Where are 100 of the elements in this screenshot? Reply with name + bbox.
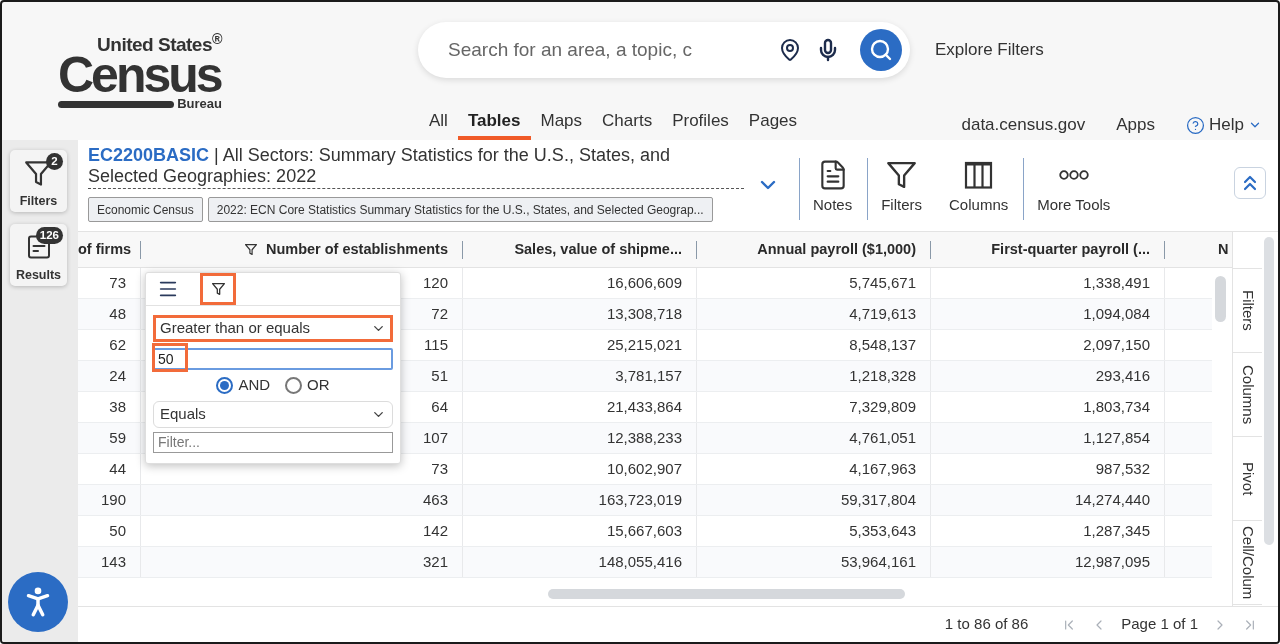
table-cell-text: 72	[431, 303, 448, 324]
table-cell-text: 10,602,907	[606, 458, 682, 479]
logo-text: United States$^{®}$	[97, 35, 222, 55]
header-link[interactable]: Apps	[1116, 112, 1156, 138]
logo-text: Bureau	[177, 97, 222, 111]
table-cell-text: 59,317,804	[840, 489, 916, 510]
table-cell-text: 5,745,671	[849, 272, 916, 293]
side-panel-tab[interactable]: Columns	[1233, 353, 1262, 437]
filter-field[interactable]: Filter...	[153, 432, 393, 453]
column-header[interactable]: of firms	[78, 238, 132, 261]
table-cell-text: 293,416	[1095, 365, 1150, 386]
scrollbar-thumb[interactable]	[1215, 276, 1226, 322]
table-cell-text: 190	[100, 489, 126, 510]
accessibility-button[interactable]	[8, 572, 68, 632]
table-cell-text: 48	[109, 303, 126, 324]
table-cell-text: 51	[431, 365, 448, 386]
table-cell-text: 25,215,021	[606, 334, 682, 355]
nav-tab[interactable]: All	[419, 106, 458, 140]
table-cell-text: 59	[109, 427, 126, 448]
table-cell-text: 4,719,613	[849, 303, 916, 324]
three-circles-icon	[1058, 170, 1089, 180]
rail-button[interactable]: Results 126	[10, 224, 67, 286]
toolbar-button[interactable]: Filters	[867, 158, 936, 220]
table-cell-text: 16,606,609	[606, 272, 682, 293]
search-bar[interactable]: Search for an area, a topic, c	[418, 22, 910, 78]
table-cell-text: 3,781,157	[615, 365, 682, 386]
side-panel-tab[interactable]: Cell/Colum	[1233, 521, 1262, 605]
table-cell-text: 148,055,416	[598, 551, 682, 572]
table-cell-text: 4,167,963	[849, 458, 916, 479]
table-cell-text: 115	[424, 334, 448, 355]
scrollbar-thumb[interactable]	[1264, 237, 1274, 545]
table-cell-text: 4,761,051	[849, 427, 916, 448]
table-cell-text: 1,094,084	[1083, 303, 1150, 324]
table-cell-text: 24	[109, 365, 126, 386]
table-cell-text: 62	[109, 334, 126, 355]
table-cell-text: 1,127,854	[1083, 427, 1150, 448]
radio-label: AND	[238, 374, 271, 395]
table-cell-text: 1,287,345	[1083, 520, 1150, 541]
logo-wordmark: Census	[58, 55, 222, 95]
table-cell-text: 120	[422, 272, 448, 293]
dataset-tag: Economic Census	[88, 197, 203, 222]
condition-select[interactable]: Greater than or equals	[153, 315, 393, 342]
nav-tab[interactable]: Profiles	[662, 106, 739, 140]
table-cell-text: 142	[422, 520, 448, 541]
collapse-button[interactable]	[1234, 167, 1266, 199]
table-cell-text: 15,667,603	[606, 520, 682, 541]
search-button[interactable]	[860, 29, 902, 71]
table-cell-text: 1,338,491	[1083, 272, 1150, 293]
side-panel-tab[interactable]: Filters	[1233, 269, 1262, 353]
column-header[interactable]: Sales, value of shipme...	[514, 238, 682, 261]
condition-select[interactable]: Equals	[153, 401, 393, 428]
column-header[interactable]: N	[1218, 238, 1229, 261]
scrollbar-thumb[interactable]	[548, 589, 905, 599]
table-cell-text: 1,218,328	[849, 365, 916, 386]
table-title: EC2200BASIC | All Sectors: Summary Statistics for the U.S., States, and Selected Geographies: 2022	[88, 145, 744, 189]
table-cell-text: 73	[109, 272, 126, 293]
table-cell-text: 44	[109, 458, 126, 479]
table-cell-text: 143	[100, 551, 126, 572]
table-cell-text: 321	[422, 551, 448, 572]
rail-button[interactable]: Filters 2	[10, 150, 67, 212]
table-cell-text: 14,274,440	[1074, 489, 1150, 510]
table-cell-text: 50	[109, 520, 126, 541]
toolbar-button[interactable]: More Tools	[1023, 158, 1124, 220]
toolbar-button[interactable]: Notes	[799, 158, 866, 220]
filter-icon	[211, 283, 225, 295]
columns-icon	[964, 161, 994, 189]
filter-tab[interactable]	[200, 273, 236, 305]
toolbar-button[interactable]: Columns	[935, 158, 1022, 220]
search-field[interactable]: Search for an area, a topic, c	[448, 35, 744, 65]
table-cell-text: 21,433,864	[606, 396, 682, 417]
header-link[interactable]: data.census.gov	[961, 112, 1086, 138]
nav-tab[interactable]: Pages	[738, 106, 808, 140]
table-cell-text: 1,803,734	[1083, 396, 1150, 417]
nav-tab[interactable]: Charts	[592, 106, 663, 140]
column-header[interactable]: First-quarter payroll (...	[991, 238, 1150, 261]
location-pin-icon[interactable]	[778, 38, 802, 62]
radio-button[interactable]	[216, 376, 234, 394]
table-id-link[interactable]: EC2200BASIC	[88, 145, 210, 165]
count-badge: 2	[46, 153, 63, 170]
table-cell-text: 64	[431, 396, 448, 417]
help-icon	[1186, 115, 1206, 135]
side-panel-tab[interactable]: Pivot	[1233, 437, 1262, 521]
column-header[interactable]: Annual payroll ($1,000)	[757, 238, 916, 261]
explore-filters-link[interactable]: Explore Filters	[935, 37, 1044, 63]
table-cell-text: 53,964,161	[840, 551, 916, 572]
radio-button[interactable]	[285, 376, 303, 394]
column-header[interactable]: Number of establishments	[265, 238, 448, 261]
table-cell-text: 8,548,137	[849, 334, 916, 355]
count-badge: 126	[35, 227, 63, 244]
table-cell-text: 163,723,019	[598, 489, 682, 510]
help-menu-button[interactable]: Help	[1186, 112, 1262, 138]
table-cell-text: 987,532	[1095, 458, 1150, 479]
table-cell-text: 13,308,718	[606, 303, 682, 324]
table-cell-text: 12,987,095	[1074, 551, 1150, 572]
table-cell-text: 5,353,643	[849, 520, 916, 541]
nav-tab[interactable]: Maps	[530, 106, 593, 140]
filter-icon	[887, 161, 917, 189]
radio-label: OR	[307, 374, 330, 395]
table-cell-text: 12,388,233	[606, 427, 682, 448]
table-cell-text: 7,329,809	[849, 396, 916, 417]
